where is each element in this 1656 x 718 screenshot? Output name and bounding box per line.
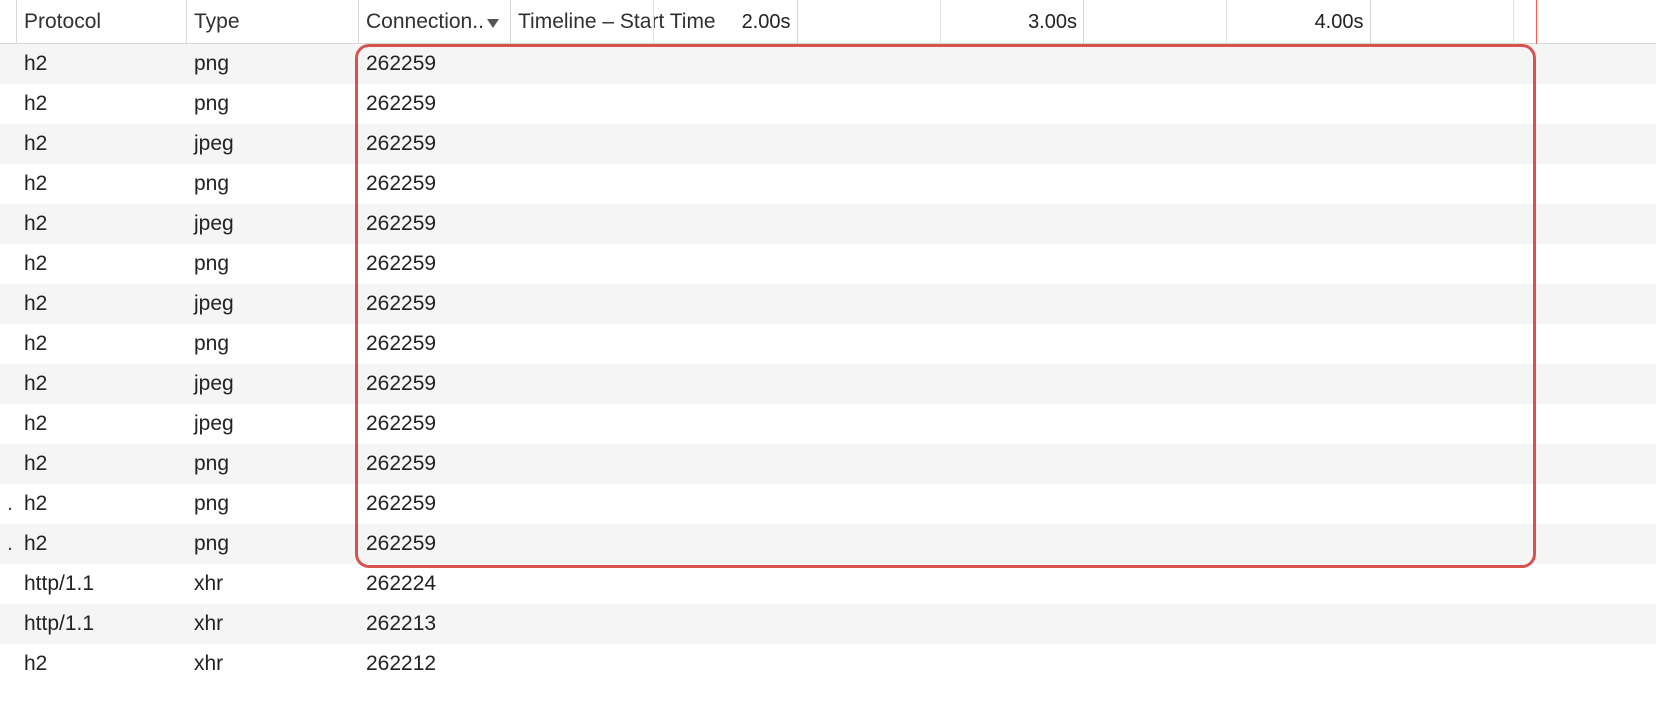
cell-connection: 262259	[358, 84, 510, 124]
table-row[interactable]: .h2png262259	[0, 524, 1656, 564]
cell-type: jpeg	[186, 284, 358, 324]
cell-connection: 262259	[358, 364, 510, 404]
timeline-tick-label: 4.00s	[1315, 0, 1370, 44]
cell-protocol: h2	[16, 524, 186, 564]
row-gutter	[0, 84, 16, 124]
cell-connection: 262259	[358, 204, 510, 244]
row-gutter	[0, 124, 16, 164]
timeline-tick-label: 2.00s	[742, 0, 797, 44]
cell-protocol: http/1.1	[16, 564, 186, 604]
row-gutter	[0, 604, 16, 644]
cell-type: png	[186, 84, 358, 124]
cell-connection: 262259	[358, 244, 510, 284]
cell-connection: 262259	[358, 524, 510, 564]
table-row[interactable]: http/1.1xhr262213	[0, 604, 1656, 644]
table-row[interactable]: h2png262259	[0, 84, 1656, 124]
table-row[interactable]: h2jpeg262259	[0, 204, 1656, 244]
column-header-connection[interactable]: Connection..	[358, 0, 510, 44]
cell-protocol: h2	[16, 324, 186, 364]
cell-protocol: h2	[16, 484, 186, 524]
column-header-type[interactable]: Type	[186, 0, 358, 44]
cell-protocol: h2	[16, 404, 186, 444]
cell-type: jpeg	[186, 364, 358, 404]
row-gutter	[0, 564, 16, 604]
cell-protocol: h2	[16, 124, 186, 164]
row-gutter	[0, 324, 16, 364]
row-gutter	[0, 444, 16, 484]
row-gutter	[0, 44, 16, 84]
cell-protocol: h2	[16, 84, 186, 124]
cell-connection: 262224	[358, 564, 510, 604]
table-row[interactable]: h2xhr262212	[0, 644, 1656, 684]
table-row[interactable]: h2png262259	[0, 444, 1656, 484]
cell-type: xhr	[186, 564, 358, 604]
row-gutter	[0, 244, 16, 284]
cell-connection: 262212	[358, 644, 510, 684]
cell-type: png	[186, 444, 358, 484]
sort-descending-icon	[487, 19, 499, 28]
row-gutter	[0, 404, 16, 444]
table-row[interactable]: h2png262259	[0, 44, 1656, 84]
table-row[interactable]: http/1.1xhr262224	[0, 564, 1656, 604]
column-header-connection-label: Connection..	[366, 10, 484, 34]
cell-protocol: h2	[16, 204, 186, 244]
column-header-protocol[interactable]: Protocol	[16, 0, 186, 44]
cell-type: png	[186, 44, 358, 84]
row-gutter	[0, 644, 16, 684]
cell-type: png	[186, 524, 358, 564]
cell-protocol: h2	[16, 364, 186, 404]
row-gutter	[0, 164, 16, 204]
devtools-network-panel[interactable]: { "columns": { "protocol": "Protocol", "…	[0, 0, 1656, 718]
cell-type: jpeg	[186, 404, 358, 444]
table-row[interactable]: h2jpeg262259	[0, 284, 1656, 324]
cell-connection: 262259	[358, 404, 510, 444]
cell-connection: 262259	[358, 324, 510, 364]
cell-type: jpeg	[186, 124, 358, 164]
column-header-protocol-label: Protocol	[24, 10, 101, 34]
row-gutter	[0, 204, 16, 244]
cell-type: jpeg	[186, 204, 358, 244]
cell-protocol: h2	[16, 164, 186, 204]
cell-type: png	[186, 164, 358, 204]
cell-connection: 262259	[358, 444, 510, 484]
row-gutter: .	[0, 524, 16, 564]
cell-type: xhr	[186, 644, 358, 684]
row-gutter: .	[0, 484, 16, 524]
cell-connection: 262259	[358, 124, 510, 164]
timeline-tick-label: 3.00s	[1028, 0, 1083, 44]
cell-protocol: h2	[16, 284, 186, 324]
table-row[interactable]: .h2png262259	[0, 484, 1656, 524]
cell-protocol: h2	[16, 44, 186, 84]
cell-connection: 262259	[358, 44, 510, 84]
row-gutter	[0, 364, 16, 404]
cell-type: png	[186, 324, 358, 364]
cell-type: png	[186, 484, 358, 524]
table-row[interactable]: h2png262259	[0, 324, 1656, 364]
cell-protocol: h2	[16, 244, 186, 284]
cell-connection: 262259	[358, 164, 510, 204]
cell-type: png	[186, 244, 358, 284]
row-gutter	[0, 284, 16, 324]
cell-protocol: h2	[16, 644, 186, 684]
table-row[interactable]: h2jpeg262259	[0, 124, 1656, 164]
cell-protocol: h2	[16, 444, 186, 484]
cell-connection: 262259	[358, 284, 510, 324]
cell-connection: 262259	[358, 484, 510, 524]
cell-protocol: http/1.1	[16, 604, 186, 644]
table-row[interactable]: h2jpeg262259	[0, 364, 1656, 404]
cell-connection: 262213	[358, 604, 510, 644]
column-header-type-label: Type	[194, 10, 240, 34]
table-row[interactable]: h2jpeg262259	[0, 404, 1656, 444]
table-row[interactable]: h2png262259	[0, 164, 1656, 204]
cell-type: xhr	[186, 604, 358, 644]
table-row[interactable]: h2png262259	[0, 244, 1656, 284]
